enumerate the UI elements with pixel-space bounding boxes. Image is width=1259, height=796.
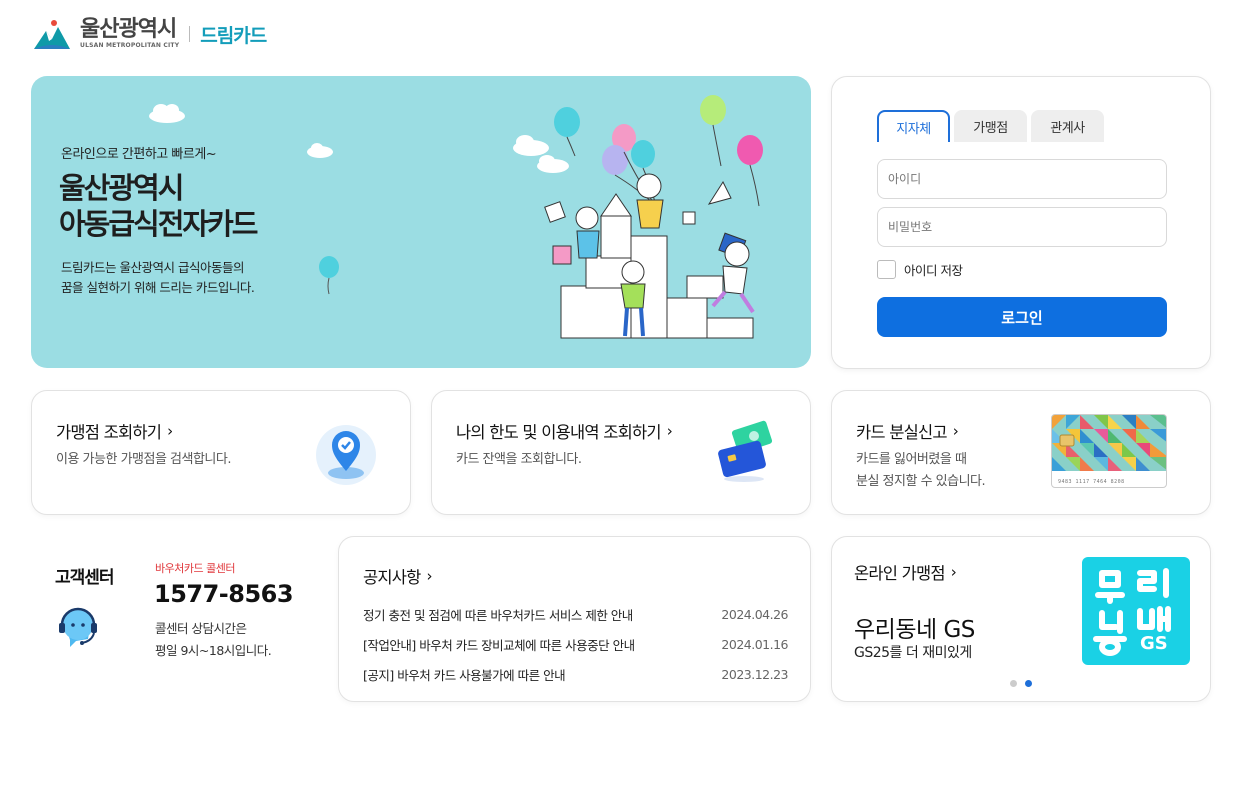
brand-name: 드림카드 xyxy=(200,24,267,47)
login-panel: 지자체 가맹점 관계사 아이디 저장 로그인 xyxy=(831,76,1211,369)
notice-item-title[interactable]: 정기 충전 및 점검에 따른 바우처카드 서비스 제한 안내 xyxy=(363,605,633,624)
slide-indicator xyxy=(1010,680,1032,687)
hero-title-line1: 울산광역시 xyxy=(59,171,184,205)
card-loss-desc-line1: 카드를 잃어버렸을 때 xyxy=(856,452,967,467)
balance-history-card[interactable]: 나의 한도 및 이용내역 조회하기 › 카드 잔액을 조회합니다. xyxy=(431,390,811,515)
notice-item-date: 2024.04.26 xyxy=(721,606,788,622)
hero-desc-line1: 드림카드는 울산광역시 급식아동들의 xyxy=(61,260,244,275)
login-button[interactable]: 로그인 xyxy=(877,297,1167,337)
card-pattern-icon xyxy=(1052,415,1166,471)
hero-desc-line2: 꿈을 실현하기 위해 드리는 카드입니다. xyxy=(61,280,255,295)
card-loss-title-text: 카드 분실신고 xyxy=(856,423,948,442)
merchant-search-title-text: 가맹점 조회하기 xyxy=(56,423,162,442)
card-loss-desc-line2: 분실 정지할 수 있습니다. xyxy=(856,474,986,489)
hero-title-line2: 아동급식전자카드 xyxy=(59,207,258,241)
tab-municipality[interactable]: 지자체 xyxy=(877,110,950,142)
chevron-right-icon: › xyxy=(167,422,173,440)
card-number: 9483 1117 7464 8208 xyxy=(1058,479,1125,485)
dream-card-image: 9483 1117 7464 8208 xyxy=(1051,414,1167,488)
online-merchant-tagline: GS25를 더 재미있게 xyxy=(854,645,972,661)
merchant-search-card[interactable]: 가맹점 조회하기 › 이용 가능한 가맹점을 검색합니다. xyxy=(31,390,411,515)
notice-item[interactable]: [공지] 바우처 카드 사용불가에 따른 안내 2023.12.23 xyxy=(363,659,788,689)
hero-subtitle: 온라인으로 간편하고 빠르게~ xyxy=(61,147,217,162)
online-merchant-panel: 온라인 가맹점 › 우리동네 GS GS25를 더 재미있게 GS xyxy=(831,536,1211,702)
location-pin-icon xyxy=(316,425,376,485)
notice-title[interactable]: 공지사항 › xyxy=(363,564,433,588)
slide-dot-1[interactable] xyxy=(1010,680,1017,687)
slide-dot-2[interactable] xyxy=(1025,680,1032,687)
voucher-callcenter-label: 바우처카드 콜센터 xyxy=(155,562,235,575)
login-tabs: 지자체 가맹점 관계사 xyxy=(877,110,1104,142)
children-blocks-illustration xyxy=(513,95,763,339)
notice-title-text: 공지사항 xyxy=(363,568,421,587)
online-merchant-title[interactable]: 온라인 가맹점 › xyxy=(854,560,957,584)
callcenter-hours: 콜센터 상담시간은 평일 9시~18시입니다. xyxy=(155,618,272,662)
cloud-icon xyxy=(307,143,333,158)
notice-item[interactable]: 정기 충전 및 점검에 따른 바우처카드 서비스 제한 안내 2024.04.2… xyxy=(363,599,788,629)
notice-panel: 공지사항 › 정기 충전 및 점검에 따른 바우처카드 서비스 제한 안내 20… xyxy=(338,536,811,702)
chevron-right-icon: › xyxy=(950,563,957,581)
notice-item-title[interactable]: [작업안내] 바우처 카드 장비교체에 따른 사용중단 안내 xyxy=(363,635,635,654)
chevron-right-icon: › xyxy=(666,422,673,440)
remember-id-checkbox[interactable] xyxy=(877,260,896,279)
svg-text:GS: GS xyxy=(1140,633,1168,654)
online-merchant-name[interactable]: 우리동네 GS xyxy=(854,610,975,644)
card-loss-report-card[interactable]: 카드 분실신고 › 카드를 잃어버렸을 때 분실 정지할 수 있습니다. 948… xyxy=(831,390,1211,515)
notice-item-date: 2024.01.16 xyxy=(721,636,788,652)
balloon-icon xyxy=(319,256,339,295)
online-merchant-title-text: 온라인 가맹점 xyxy=(854,564,946,583)
remember-id-option[interactable]: 아이디 저장 xyxy=(877,260,963,279)
headset-agent-icon xyxy=(59,607,97,647)
gs-wordmark-icon: GS xyxy=(1093,568,1171,656)
tab-affiliate[interactable]: 관계사 xyxy=(1031,110,1104,142)
password-input[interactable] xyxy=(877,207,1167,247)
balance-history-desc: 카드 잔액을 조회합니다. xyxy=(456,452,582,467)
username-input[interactable] xyxy=(877,159,1167,199)
notice-item-date: 2023.12.23 xyxy=(721,666,788,682)
customer-center-title: 고객센터 xyxy=(55,568,115,588)
logo-subtitle: ULSAN METROPOLITAN CITY xyxy=(80,42,180,49)
logo-divider xyxy=(189,26,191,42)
notice-item[interactable]: [작업안내] 바우처 카드 장비교체에 따른 사용중단 안내 2024.01.1… xyxy=(363,629,788,659)
notice-item-title[interactable]: [공지] 바우처 카드 사용불가에 따른 안내 xyxy=(363,665,566,684)
card-loss-desc: 카드를 잃어버렸을 때 분실 정지할 수 있습니다. xyxy=(856,449,986,493)
notice-list: 정기 충전 및 점검에 따른 바우처카드 서비스 제한 안내 2024.04.2… xyxy=(363,599,788,689)
tab-merchant[interactable]: 가맹점 xyxy=(954,110,1027,142)
gs-logo-image[interactable]: GS xyxy=(1082,557,1190,665)
callcenter-hours-line2: 평일 9시~18시입니다. xyxy=(155,643,272,658)
balance-history-title[interactable]: 나의 한도 및 이용내역 조회하기 › xyxy=(456,419,673,443)
cloud-icon xyxy=(149,104,185,123)
remember-id-label: 아이디 저장 xyxy=(904,263,963,278)
logo-title: 울산광역시 xyxy=(80,17,177,42)
callcenter-phone-number: 1577-8563 xyxy=(154,580,294,608)
card-money-icon xyxy=(718,420,773,482)
hero-title: 울산광역시 아동급식전자카드 xyxy=(59,170,258,242)
ulsan-logo-icon xyxy=(34,20,70,49)
balance-history-title-text: 나의 한도 및 이용내역 조회하기 xyxy=(456,423,662,442)
callcenter-hours-line1: 콜센터 상담시간은 xyxy=(155,621,247,636)
chevron-right-icon: › xyxy=(952,422,959,440)
card-loss-title[interactable]: 카드 분실신고 › xyxy=(856,419,959,443)
hero-banner: 온라인으로 간편하고 빠르게~ 울산광역시 아동급식전자카드 드림카드는 울산광… xyxy=(31,76,811,368)
hero-description: 드림카드는 울산광역시 급식아동들의 꿈을 실현하기 위해 드리는 카드입니다. xyxy=(61,258,255,298)
merchant-search-title[interactable]: 가맹점 조회하기 › xyxy=(56,419,173,443)
site-logo[interactable]: 울산광역시 ULSAN METROPOLITAN CITY 드림카드 xyxy=(32,16,267,52)
merchant-search-desc: 이용 가능한 가맹점을 검색합니다. xyxy=(56,452,231,467)
chevron-right-icon: › xyxy=(426,567,433,585)
